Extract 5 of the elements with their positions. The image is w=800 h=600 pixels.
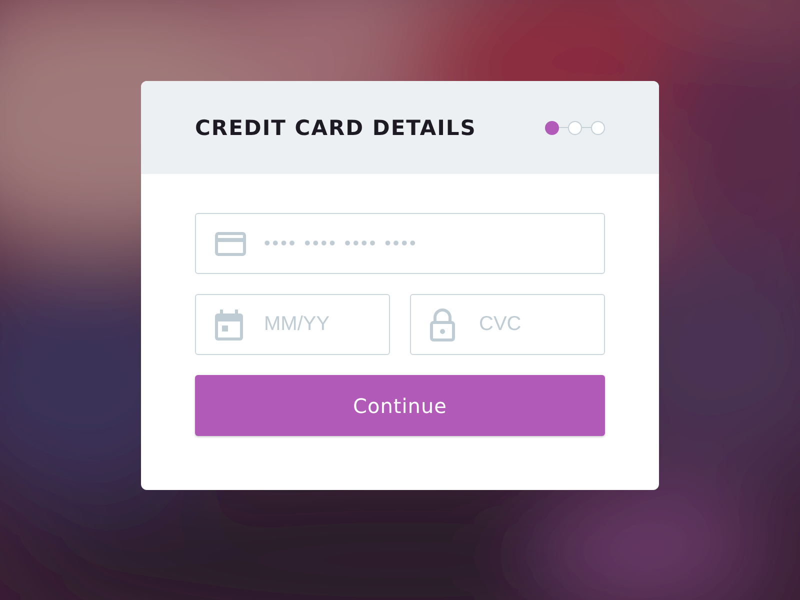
card-number-field[interactable]: •••• •••• •••• •••• — [195, 213, 605, 274]
expiry-field[interactable]: MM/YY — [195, 294, 390, 355]
cvc-field[interactable]: CVC — [410, 294, 605, 355]
card-title: CREDIT CARD DETAILS — [195, 116, 476, 140]
continue-button[interactable]: Continue — [195, 375, 605, 436]
